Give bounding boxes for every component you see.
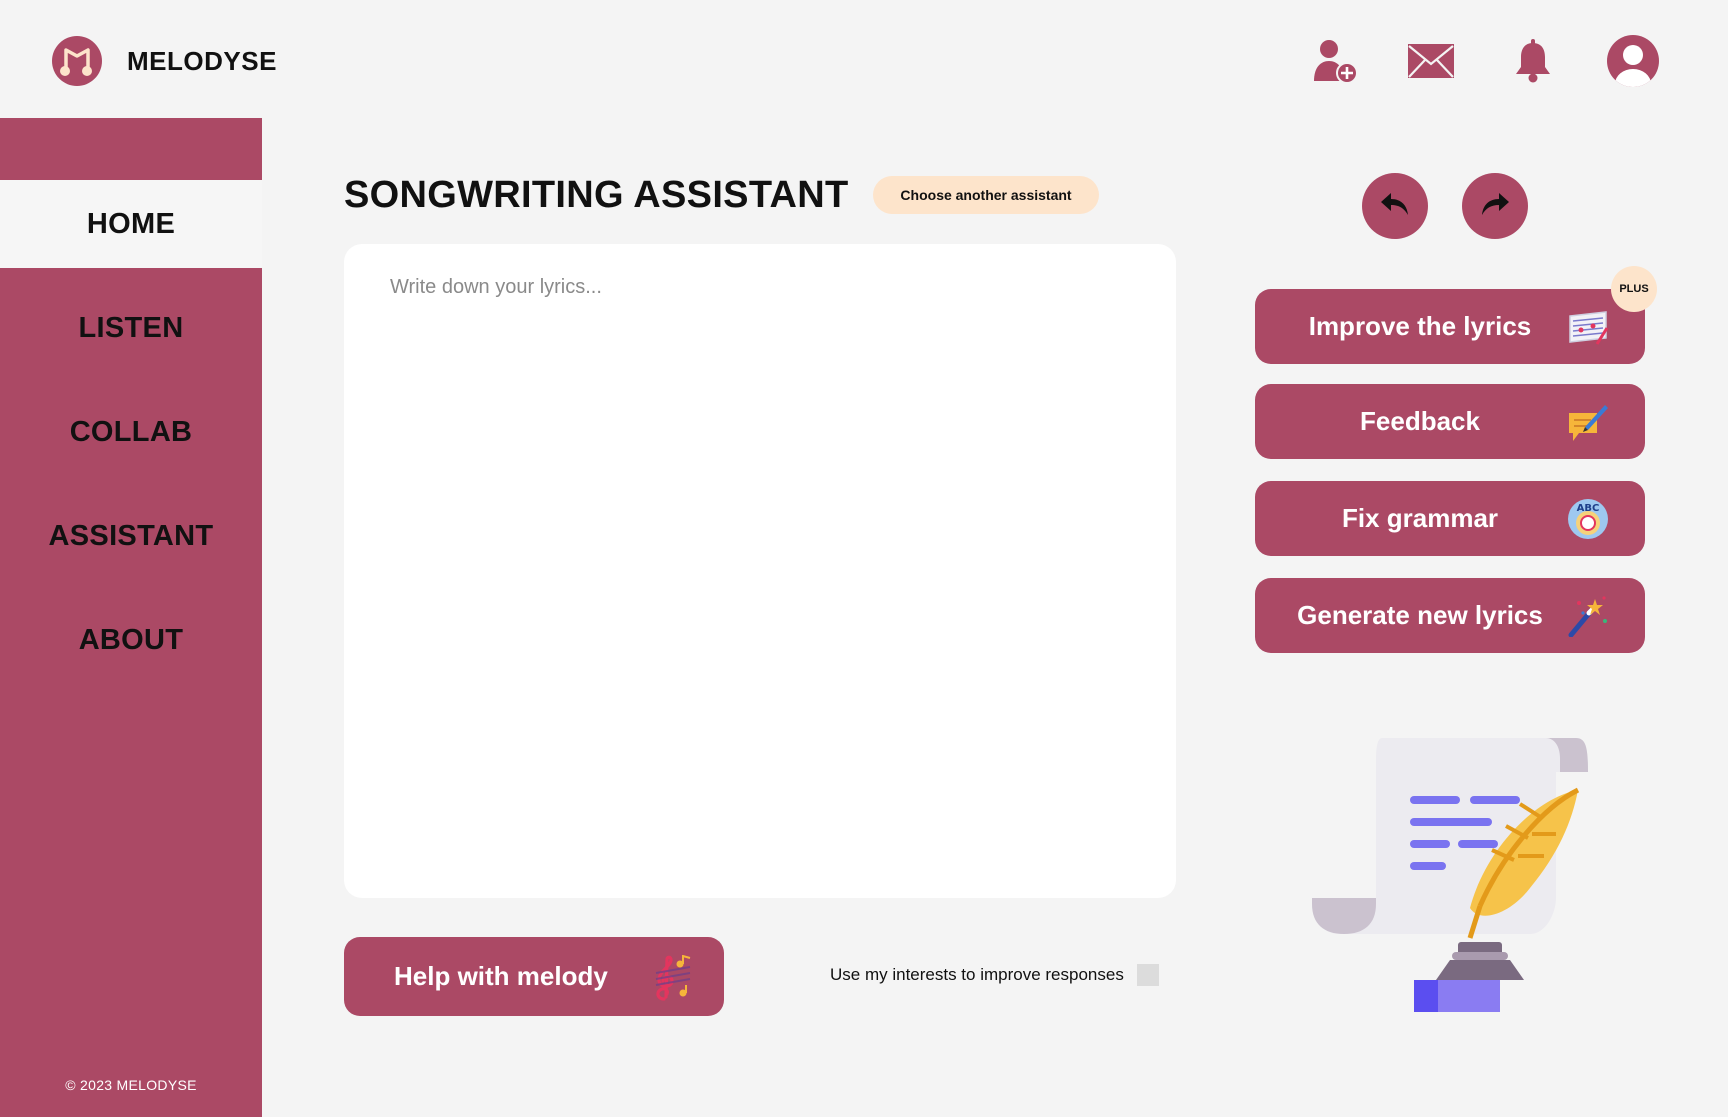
generate-lyrics-label: Generate new lyrics	[1297, 600, 1543, 630]
fix-grammar-label: Fix grammar	[1341, 503, 1499, 533]
help-with-melody-label: Help with melody	[394, 961, 608, 991]
add-user-icon[interactable]	[1310, 36, 1360, 86]
interests-label: Use my interests to improve responses	[830, 965, 1124, 984]
svg-text:ABC: ABC	[1577, 503, 1600, 514]
interests-checkbox[interactable]	[1136, 964, 1159, 986]
memo-pencil-icon	[1567, 401, 1609, 443]
treble-clef-notes-icon	[650, 954, 694, 1008]
scroll-quill-illustration	[1310, 738, 1600, 1023]
copyright-text: © 2023 MELODYSE	[65, 1077, 197, 1093]
bell-icon[interactable]	[1508, 36, 1558, 86]
sidebar-item-label: COLLAB	[69, 415, 193, 448]
sheet-music-icon	[1567, 306, 1609, 348]
sidebar-item-listen[interactable]: LISTEN	[0, 284, 262, 372]
sidebar-item-label: HOME	[86, 207, 176, 240]
user-avatar-icon[interactable]	[1606, 35, 1660, 87]
sidebar-item-assistant[interactable]: ASSISTANT	[0, 492, 262, 580]
brand-name: MELODYSE	[127, 46, 277, 76]
feedback-button[interactable]: Feedback	[1255, 384, 1645, 459]
interests-toggle-row: Use my interests to improve responses	[830, 964, 1159, 986]
sidebar-item-collab[interactable]: COLLAB	[0, 388, 262, 476]
plus-badge: PLUS	[1611, 266, 1657, 312]
redo-arrow-icon	[1479, 191, 1511, 222]
mail-icon[interactable]	[1406, 36, 1456, 86]
sidebar-item-about[interactable]: ABOUT	[0, 596, 262, 684]
choose-assistant-button[interactable]: Choose another assistant	[873, 176, 1099, 214]
sidebar-item-label: LISTEN	[78, 311, 184, 344]
help-with-melody-button[interactable]: Help with melody	[344, 937, 724, 1016]
undo-button[interactable]	[1362, 173, 1428, 239]
magic-wand-icon	[1567, 595, 1609, 638]
sidebar-item-home[interactable]: HOME	[0, 180, 262, 268]
lyrics-input[interactable]	[344, 244, 1176, 898]
sidebar-item-label: ABOUT	[78, 623, 184, 656]
undo-arrow-icon	[1379, 191, 1411, 222]
redo-button[interactable]	[1462, 173, 1528, 239]
sidebar-item-label: ASSISTANT	[48, 519, 214, 552]
improve-lyrics-button[interactable]: Improve the lyrics	[1255, 289, 1645, 364]
melodyse-logo-icon[interactable]	[52, 36, 102, 86]
fix-grammar-button[interactable]: Fix grammar ABC	[1255, 481, 1645, 556]
feedback-label: Feedback	[1360, 406, 1480, 436]
page-title: SONGWRITING ASSISTANT	[344, 174, 849, 216]
abc-badge-icon: ABC	[1567, 498, 1609, 540]
improve-lyrics-label: Improve the lyrics	[1308, 311, 1532, 341]
generate-lyrics-button[interactable]: Generate new lyrics	[1255, 578, 1645, 653]
